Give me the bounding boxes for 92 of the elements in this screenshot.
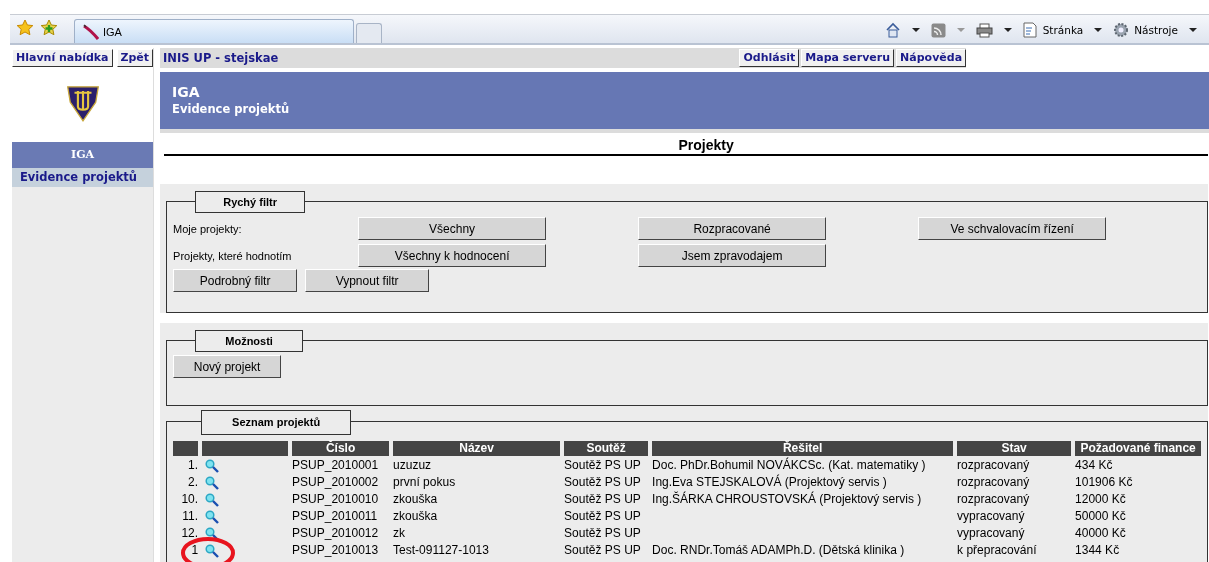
header-title: IGA bbox=[172, 84, 201, 101]
table-cell-text: 40000 Kč bbox=[1075, 525, 1127, 542]
table-cell-text: Soutěž PS UP bbox=[564, 474, 642, 491]
table-cell-text: PSUP_2010002 bbox=[292, 474, 380, 491]
table-cell-text: Soutěž PS UP bbox=[564, 457, 642, 474]
magnifier-icon[interactable] bbox=[204, 492, 221, 507]
table-cell-text: Soutěž PS UP bbox=[564, 542, 642, 559]
caret-icon[interactable] bbox=[1094, 28, 1103, 32]
table-cell-text: vypracovaný bbox=[957, 525, 1026, 542]
table-cell-text: vypracovaný bbox=[957, 508, 1026, 525]
feed-icon[interactable] bbox=[930, 22, 946, 38]
table-cell-text: Soutěž PS UP bbox=[564, 508, 642, 525]
table-cell-text: PSUP_2010013 bbox=[292, 542, 380, 559]
filter-button[interactable]: Podrobný filtr bbox=[173, 269, 298, 292]
table-cell-text: PSUP_2010012 bbox=[292, 525, 380, 542]
magnifier-icon[interactable] bbox=[204, 543, 221, 558]
caret-icon[interactable] bbox=[1189, 28, 1197, 32]
table-cell-text: 434 Kč bbox=[1075, 457, 1114, 474]
row-number: 11. bbox=[181, 508, 199, 525]
filter-label: Moje projekty: bbox=[173, 222, 243, 235]
column-header[interactable]: Název bbox=[393, 441, 561, 456]
filter-button[interactable]: Jsem zpravodajem bbox=[638, 244, 827, 267]
row-number: 2. bbox=[187, 474, 199, 491]
panel-legend: Seznam projektů bbox=[201, 410, 352, 435]
user-label: INIS UP - stejskae bbox=[162, 51, 279, 65]
column-header[interactable]: Řešitel bbox=[652, 441, 954, 456]
table-cell-text: 12000 Kč bbox=[1075, 491, 1127, 508]
column-header bbox=[173, 441, 199, 456]
table-cell-text: 1344 Kč bbox=[1075, 542, 1121, 559]
table-cell-text: k přepracování bbox=[957, 542, 1038, 559]
filter-label: Projekty, které hodnotím bbox=[173, 249, 293, 262]
tools-menu[interactable]: Nástroje bbox=[1134, 24, 1178, 36]
page-menu[interactable]: Stránka bbox=[1042, 24, 1084, 36]
sidebar-item[interactable]: Evidence projektů bbox=[12, 168, 154, 187]
table-cell-text: Ing.ŠÁRKA CHROUSTOVSKÁ (Projektový servis ) bbox=[652, 491, 923, 508]
nav-button[interactable]: Odhlásit bbox=[739, 49, 800, 67]
table-cell-text: Ing.Eva STEJSKALOVÁ (Projektový servis ) bbox=[652, 474, 888, 491]
feather-icon bbox=[83, 23, 99, 40]
home-icon[interactable] bbox=[884, 22, 901, 38]
filter-button[interactable]: Rozpracované bbox=[638, 217, 827, 240]
panel-legend: Možnosti bbox=[195, 330, 304, 352]
nav-button[interactable]: Zpět bbox=[116, 49, 154, 67]
page-title: Projekty bbox=[678, 136, 734, 153]
row-number: 1 bbox=[190, 542, 199, 559]
star-icon[interactable] bbox=[16, 19, 34, 37]
row-number: 10. bbox=[180, 491, 199, 508]
caret-icon[interactable] bbox=[1003, 28, 1012, 32]
add-favorite-icon[interactable] bbox=[40, 19, 58, 37]
gear-icon[interactable] bbox=[1113, 22, 1130, 38]
magnifier-icon[interactable] bbox=[204, 458, 221, 473]
column-header[interactable]: Požadované finance bbox=[1075, 441, 1202, 456]
caret-icon[interactable] bbox=[911, 28, 920, 32]
browser-tab[interactable]: IGA bbox=[74, 19, 354, 43]
nav-button[interactable]: Hlavní nabídka bbox=[12, 49, 113, 67]
new-project-button[interactable]: Nový projekt bbox=[173, 355, 282, 378]
table-cell-text: zkouška bbox=[393, 491, 439, 508]
table-cell-text: rozpracovaný bbox=[957, 474, 1031, 491]
nav-button[interactable]: Nápověda bbox=[896, 49, 967, 67]
filter-button[interactable]: Vypnout filtr bbox=[305, 269, 430, 292]
column-header[interactable]: Soutěž bbox=[564, 441, 649, 456]
filter-button[interactable]: Ve schvalovacím řízení bbox=[918, 217, 1107, 240]
column-header[interactable]: Číslo bbox=[292, 441, 390, 456]
column-header[interactable]: Stav bbox=[957, 441, 1072, 456]
table-cell-text: Doc. RNDr.Tomáš ADAMPh.D. (Dětská klinika ) bbox=[652, 542, 906, 559]
table-cell-text: Soutěž PS UP bbox=[564, 525, 642, 542]
table-cell-text: 50000 Kč bbox=[1075, 508, 1127, 525]
table-cell-text: PSUP_2010011 bbox=[292, 508, 379, 525]
nav-button[interactable]: Mapa serveru bbox=[801, 49, 895, 67]
table-cell-text: PSUP_2010010 bbox=[292, 491, 380, 508]
sidebar-title: IGA bbox=[12, 142, 154, 168]
filter-button[interactable]: Všechny bbox=[358, 217, 547, 240]
page-icon[interactable] bbox=[1022, 22, 1038, 38]
row-number: 1. bbox=[187, 457, 199, 474]
panel-legend: Rychý filtr bbox=[195, 191, 306, 213]
table-cell-text: rozpracovaný bbox=[957, 457, 1031, 474]
table-cell-text: první pokus bbox=[393, 474, 457, 491]
printer-icon[interactable] bbox=[975, 22, 993, 38]
table-cell-text: Test-091127-1013 bbox=[393, 542, 490, 559]
magnifier-icon[interactable] bbox=[204, 475, 221, 490]
table-cell-text: zkouška bbox=[393, 508, 439, 525]
table-cell-text: uzuzuz bbox=[393, 457, 433, 474]
row-number: 12. bbox=[180, 525, 199, 542]
table-cell-text: 101906 Kč bbox=[1075, 474, 1134, 491]
magnifier-icon[interactable] bbox=[204, 509, 221, 524]
table-cell-text: rozpracovaný bbox=[957, 491, 1031, 508]
shield-logo-icon bbox=[65, 84, 100, 122]
table-cell-text: PSUP_2010001 bbox=[292, 457, 380, 474]
table-cell-text: Doc. PhDr.Bohumil NOVÁKCSc. (Kat. matematiky ) bbox=[652, 457, 927, 474]
table-cell-text: zk bbox=[393, 525, 407, 542]
table-cell-text: Soutěž PS UP bbox=[564, 491, 642, 508]
header-subtitle: Evidence projektů bbox=[172, 102, 291, 117]
filter-button[interactable]: Všechny k hodnocení bbox=[358, 244, 547, 267]
